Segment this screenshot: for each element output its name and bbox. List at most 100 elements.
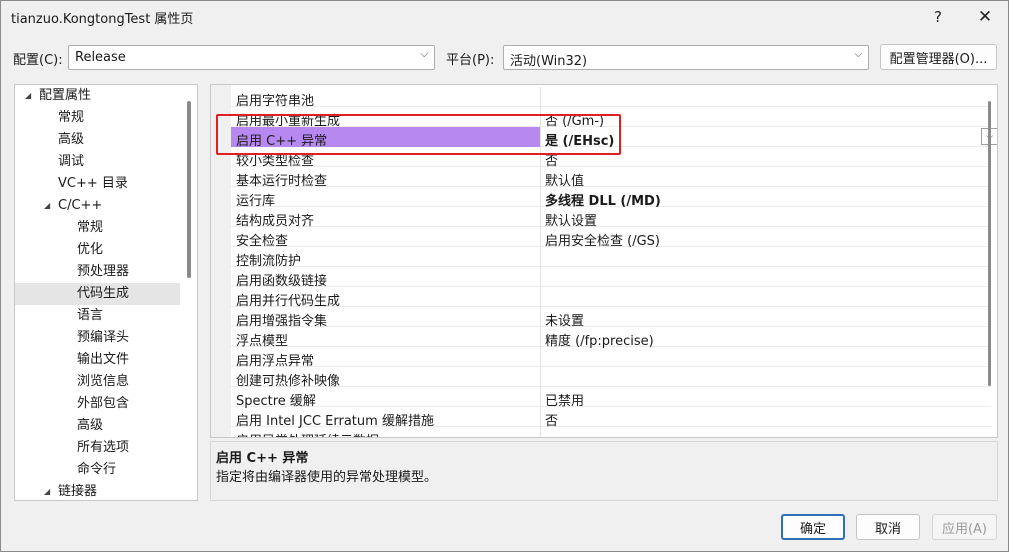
tree-item[interactable]: 代码生成	[15, 283, 180, 305]
platform-label: 平台(P):	[446, 53, 495, 68]
tree-item[interactable]: 命令行	[15, 459, 180, 481]
tree-item[interactable]: 输出文件	[15, 349, 180, 371]
property-row[interactable]: 安全检查 启用安全检查 (/GS)	[231, 227, 991, 249]
property-row[interactable]: 控制流防护	[231, 247, 991, 269]
tree-item[interactable]: ◢ 链接器	[15, 481, 180, 500]
tree-item-label: 外部包含	[77, 396, 130, 411]
property-row[interactable]: 启用函数级链接	[231, 267, 991, 289]
property-row[interactable]: 启用并行代码生成	[231, 287, 991, 309]
property-row[interactable]: 启用浮点异常	[231, 347, 991, 369]
property-row[interactable]: 较小类型检查否	[231, 147, 991, 169]
property-row[interactable]: 基本运行时检查 默认值	[231, 167, 991, 189]
property-row[interactable]: 启用增强指令集 未设置	[231, 307, 991, 329]
property-row[interactable]: 浮点模型 精度 (/fp:precise)	[231, 327, 991, 349]
config-select[interactable]: Release ⌵	[68, 45, 435, 70]
property-row[interactable]: Spectre 缓解 已禁用	[231, 387, 991, 409]
column-divider	[540, 347, 541, 367]
expand-arrow-icon[interactable]: ◢	[44, 195, 50, 217]
tree-item-label: 预处理器	[77, 264, 130, 279]
tree-item-label: 调试	[58, 154, 85, 169]
tree-item[interactable]: ◢ 配置属性	[15, 85, 180, 107]
column-divider	[540, 267, 541, 287]
property-row[interactable]: 结构成员对齐 默认设置	[231, 207, 991, 229]
tree-item-label: 浏览信息	[77, 374, 130, 389]
platform-value: 活动(Win32)	[510, 54, 588, 69]
description-panel: 启用 C++ 异常 指定将由编译器使用的异常处理模型。	[210, 441, 998, 501]
tree-item-label: 链接器	[58, 484, 98, 499]
tree-item[interactable]: 外部包含	[15, 393, 180, 415]
property-row[interactable]: 启用 Intel JCC Erratum 缓解措施否	[231, 407, 991, 429]
tree-item[interactable]: 浏览信息	[15, 371, 180, 393]
tree-item[interactable]: 高级	[15, 129, 180, 151]
tree-item-label: 常规	[58, 110, 85, 125]
platform-select[interactable]: 活动(Win32) ⌵	[503, 45, 869, 70]
tree-item-label: 语言	[77, 308, 104, 323]
property-row[interactable]: 启用 C++ 异常是 (/EHsc)⌵	[231, 127, 997, 149]
column-divider	[540, 207, 541, 227]
grid-gutter	[211, 85, 231, 437]
tree-item-label: 所有选项	[77, 440, 130, 455]
tree-item[interactable]: 常规	[15, 107, 180, 129]
column-divider	[540, 187, 541, 207]
property-row[interactable]: 启用异常处理延续元数据	[231, 427, 991, 437]
ok-button[interactable]: 确定	[781, 514, 845, 540]
property-pages-window: tianzuo.KongtongTest 属性页 ? ✕ 配置(C): Rele…	[0, 0, 1009, 552]
cancel-button[interactable]: 取消	[856, 514, 920, 540]
grid-scrollbar[interactable]	[988, 101, 991, 386]
tree-item-label: 命令行	[77, 462, 117, 477]
help-button[interactable]: ?	[915, 1, 961, 33]
property-grid: 启用字符串池 启用最小重新生成否 (/Gm-) 启用 C++ 异常是 (/EHsc)…	[210, 84, 998, 438]
column-divider	[540, 247, 541, 267]
tree-item[interactable]: 调试	[15, 151, 180, 173]
column-divider	[540, 87, 541, 107]
expand-arrow-icon[interactable]: ◢	[44, 481, 50, 500]
column-divider	[540, 407, 541, 427]
title-bar: tianzuo.KongtongTest 属性页 ? ✕	[1, 1, 1008, 33]
tree-item-label: 代码生成	[77, 286, 130, 301]
column-divider	[540, 107, 541, 127]
close-button[interactable]: ✕	[962, 1, 1008, 33]
tree-item[interactable]: 常规	[15, 217, 180, 239]
config-manager-button[interactable]: 配置管理器(O)...	[880, 44, 997, 70]
column-divider	[540, 307, 541, 327]
tree-item[interactable]: VC++ 目录	[15, 173, 180, 195]
property-name: 启用异常处理延续元数据	[236, 430, 379, 437]
column-divider	[540, 167, 541, 187]
property-row[interactable]: 启用最小重新生成否 (/Gm-)	[231, 107, 991, 129]
tree-item[interactable]: 所有选项	[15, 437, 180, 459]
column-divider	[540, 227, 541, 247]
tree-item-label: 预编译头	[77, 330, 130, 345]
property-tree: ◢ 配置属性 常规 高级 调试 VC++ 目录 ◢ C/C++ 常规 优化 预处理器 代码生成 语言 预编…	[14, 84, 198, 501]
apply-button[interactable]: 应用(A)	[932, 514, 997, 540]
tree-item-label: 常规	[77, 220, 104, 235]
column-divider	[540, 147, 541, 167]
config-label: 配置(C):	[13, 53, 63, 68]
tree-item-label: VC++ 目录	[58, 176, 128, 191]
property-row[interactable]: 启用字符串池	[231, 87, 991, 109]
tree-item[interactable]: 高级	[15, 415, 180, 437]
tree-item[interactable]: 预编译头	[15, 327, 180, 349]
column-divider	[540, 387, 541, 407]
tree-item-label: C/C++	[58, 198, 103, 213]
description-title: 启用 C++ 异常	[216, 451, 309, 466]
column-divider	[540, 327, 541, 347]
tree-item-label: 输出文件	[77, 352, 130, 367]
tree-scrollbar[interactable]	[187, 101, 191, 278]
tree-item[interactable]: 优化	[15, 239, 180, 261]
tree-item-label: 优化	[77, 242, 104, 257]
column-divider	[540, 427, 541, 437]
property-row[interactable]: 创建可热修补映像	[231, 367, 991, 389]
tree-item[interactable]: 语言	[15, 305, 180, 327]
window-title: tianzuo.KongtongTest 属性页	[11, 12, 194, 27]
description-text: 指定将由编译器使用的异常处理模型。	[216, 470, 438, 485]
expand-arrow-icon[interactable]: ◢	[25, 85, 31, 107]
column-divider	[540, 367, 541, 387]
tree-item[interactable]: 预处理器	[15, 261, 180, 283]
chevron-down-icon: ⌵	[420, 49, 428, 60]
config-value: Release	[75, 50, 126, 65]
tree-item-label: 高级	[58, 132, 85, 147]
tree-item-label: 配置属性	[39, 88, 92, 103]
property-row[interactable]: 运行库 多线程 DLL (/MD)	[231, 187, 991, 209]
tree-item[interactable]: ◢ C/C++	[15, 195, 180, 217]
column-divider	[540, 127, 541, 147]
